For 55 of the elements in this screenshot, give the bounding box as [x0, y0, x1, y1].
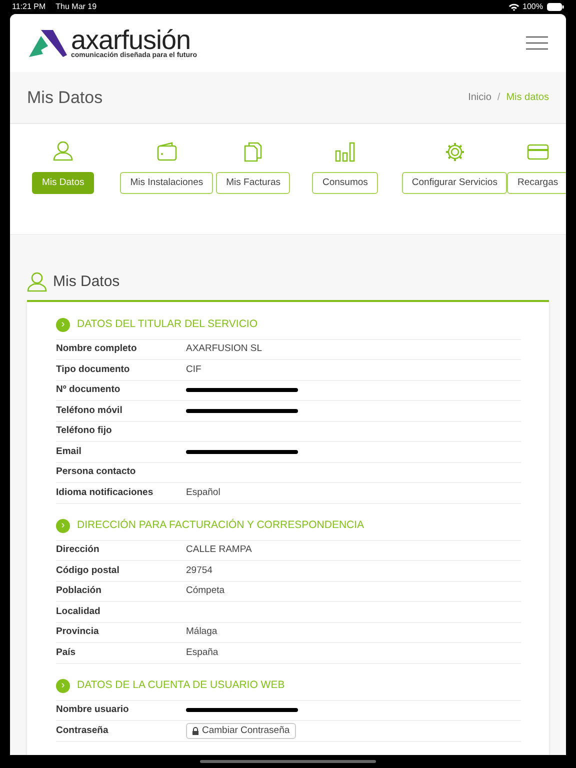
- change-password-button[interactable]: Cambiar Contraseña: [186, 722, 296, 739]
- field-label: Nombre usuario: [56, 703, 130, 718]
- documents-icon: [242, 141, 264, 163]
- field-label: Localidad: [56, 604, 102, 619]
- field-value: Málaga: [186, 625, 218, 640]
- logo-wordmark: axarfusión: [71, 28, 191, 52]
- nav-button[interactable]: Consumos: [312, 172, 378, 194]
- field-value: AXARFUSION SL: [186, 342, 262, 356]
- breadcrumb-link[interactable]: Inicio: [468, 90, 492, 105]
- battery-percent: 100%: [522, 1, 543, 13]
- nav-button[interactable]: Mis Instalaciones: [120, 172, 214, 194]
- menu-icon[interactable]: [526, 36, 548, 50]
- section-marker: ›: [56, 318, 70, 332]
- field-label: Email: [56, 444, 82, 459]
- user-icon: [27, 272, 47, 292]
- page-title: Mis Datos: [27, 86, 103, 109]
- field-value: 29754: [186, 564, 212, 578]
- field-label: Nombre completo: [56, 342, 138, 356]
- section-title: DATOS DE LA CUENTA DE USUARIO WEB: [77, 678, 285, 694]
- section-marker: ›: [56, 679, 70, 693]
- field-value: España: [186, 646, 218, 660]
- nav-button[interactable]: Configurar Servicios: [402, 172, 508, 194]
- nav-button[interactable]: Recargas: [507, 172, 566, 194]
- panel-title: Mis Datos: [53, 272, 120, 292]
- field-label: Contraseña: [56, 724, 110, 738]
- field-value: CALLE RAMPA: [186, 543, 252, 558]
- nav-button[interactable]: Mis Facturas: [216, 172, 290, 194]
- battery-icon: [547, 3, 564, 11]
- field-value: CIF: [186, 362, 202, 377]
- field-value: Español: [186, 486, 220, 500]
- logo-icon: [29, 30, 67, 56]
- settings-icon: [444, 141, 466, 163]
- field-label: Provincia: [56, 625, 100, 640]
- section-title: DIRECCIÓN PARA FACTURACIÓN Y CORRESPONDENCIA: [77, 518, 364, 534]
- field-label: Persona contacto: [56, 465, 137, 480]
- section-title: DATOS DEL TITULAR DEL SERVICIO: [77, 317, 258, 332]
- section-marker: ›: [56, 519, 70, 533]
- field-label: Nº documento: [56, 383, 122, 398]
- status-date: Thu Mar 19: [56, 1, 97, 13]
- field-label: Tipo documento: [56, 362, 131, 377]
- user-icon: [52, 141, 74, 163]
- field-label: Población: [56, 584, 102, 598]
- field-label: Dirección: [56, 543, 100, 558]
- field-value: Cómpeta: [186, 584, 225, 598]
- field-label: Teléfono móvil: [56, 404, 124, 418]
- field-label: Teléfono fijo: [56, 424, 113, 438]
- lock-icon: [192, 726, 199, 735]
- field-label: Idioma notificaciones: [56, 486, 154, 500]
- status-time: 11:21 PM: [12, 1, 46, 13]
- field-label: País: [56, 646, 77, 660]
- breadcrumb-separator: /: [497, 91, 500, 105]
- bar-chart-icon: [334, 141, 356, 163]
- wallet-icon: [156, 141, 178, 163]
- field-label: Código postal: [56, 564, 120, 578]
- wifi-icon: [508, 3, 519, 11]
